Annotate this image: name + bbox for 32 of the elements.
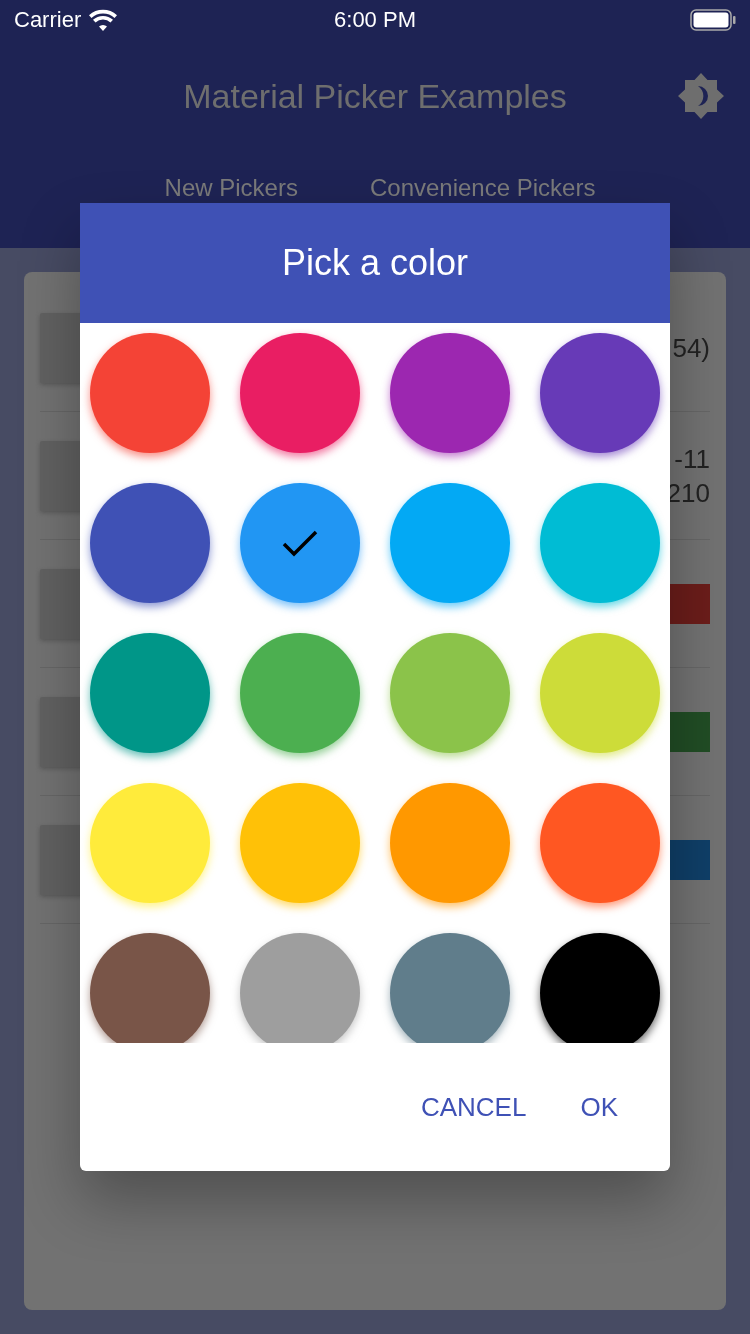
color-swatch[interactable] — [390, 333, 510, 453]
dialog-button[interactable]: OK — [568, 1081, 630, 1133]
color-swatch[interactable] — [540, 633, 660, 753]
color-swatch[interactable] — [390, 483, 510, 603]
color-swatch[interactable] — [240, 483, 360, 603]
check-icon — [282, 529, 318, 557]
clock: 6:00 PM — [334, 7, 416, 33]
color-swatch[interactable] — [390, 633, 510, 753]
brightness-icon[interactable] — [678, 73, 724, 119]
color-swatch[interactable] — [90, 933, 210, 1043]
color-swatch[interactable] — [540, 333, 660, 453]
row-text: -11 — [673, 442, 710, 476]
dialog-button[interactable]: CANCEL — [408, 1081, 539, 1133]
color-swatch[interactable] — [240, 633, 360, 753]
color-swatch[interactable] — [390, 933, 510, 1043]
color-swatch[interactable] — [540, 933, 660, 1043]
app-title: Material Picker Examples — [183, 76, 567, 116]
color-swatch[interactable] — [390, 783, 510, 903]
color-swatch[interactable] — [90, 783, 210, 903]
color-swatch[interactable] — [540, 783, 660, 903]
color-swatch[interactable] — [240, 333, 360, 453]
color-swatch[interactable] — [90, 633, 210, 753]
wifi-icon — [89, 9, 118, 31]
carrier-label: Carrier — [14, 7, 82, 33]
color-swatch[interactable] — [240, 933, 360, 1043]
color-swatch[interactable] — [90, 483, 210, 603]
battery-icon — [690, 9, 736, 31]
color-swatch[interactable] — [90, 333, 210, 453]
color-swatch[interactable] — [240, 783, 360, 903]
row-text: 54) — [672, 331, 710, 365]
dialog-title: Pick a color — [281, 242, 469, 284]
color-swatch[interactable] — [540, 483, 660, 603]
